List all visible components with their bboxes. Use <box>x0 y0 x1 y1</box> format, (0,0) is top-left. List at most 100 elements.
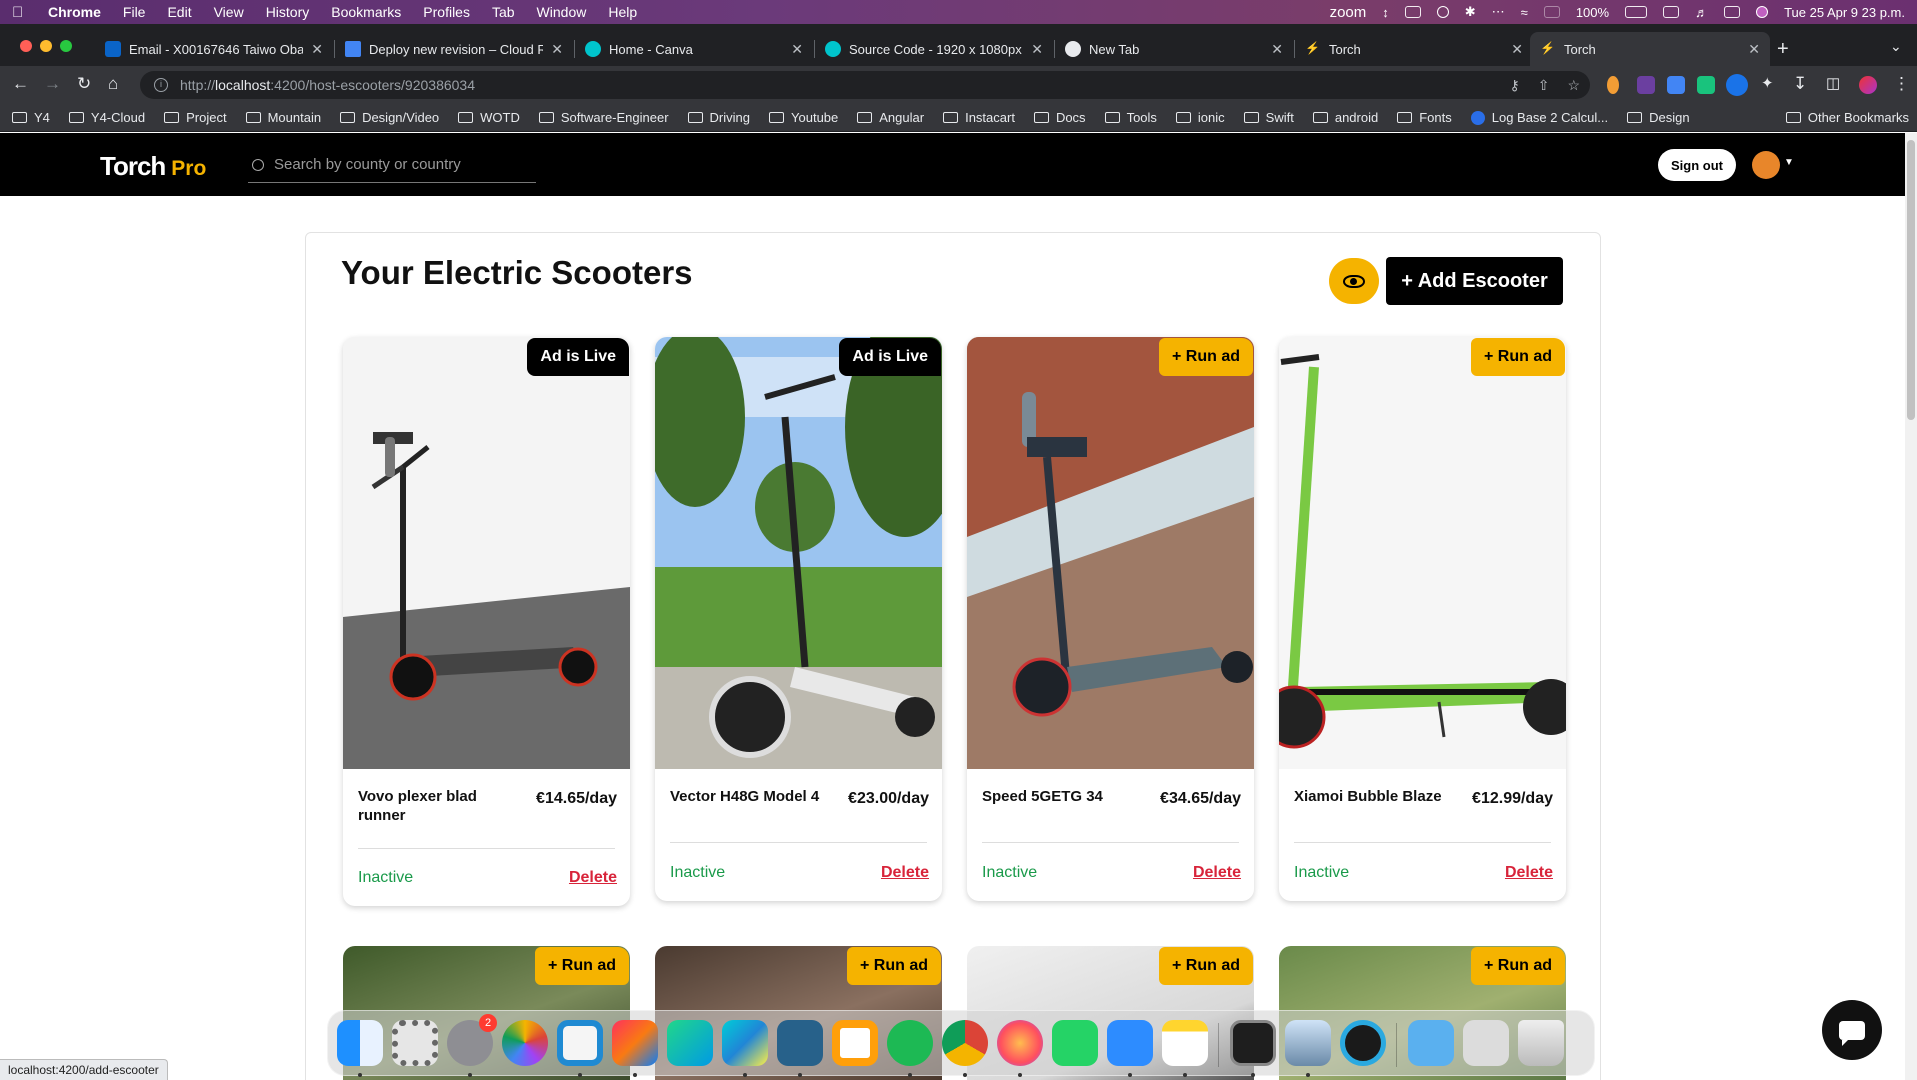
zoom-status-label[interactable]: zoom <box>1330 4 1367 21</box>
close-tab-icon[interactable]: ✕ <box>1031 41 1043 58</box>
run-ad-button[interactable]: + Run ad <box>846 947 941 985</box>
tab-search-chevron-icon[interactable]: ⌄ <box>1890 38 1902 55</box>
extension-grid-icon[interactable] <box>1667 76 1685 94</box>
extension-s-icon[interactable] <box>1637 76 1655 94</box>
scooter-status[interactable]: Inactive <box>670 864 725 882</box>
delete-link[interactable]: Delete <box>569 869 617 887</box>
add-escooter-button[interactable]: + Add Escooter <box>1386 257 1563 305</box>
close-tab-icon[interactable]: ✕ <box>311 41 323 58</box>
address-bar[interactable]: i http://localhost:4200/host-escooters/9… <box>140 71 1590 99</box>
terminal-icon[interactable] <box>1230 1020 1276 1066</box>
wifi-icon[interactable]: ≈ <box>1521 5 1528 20</box>
downloads-icon[interactable]: ↧ <box>1793 74 1807 94</box>
sign-out-button[interactable]: Sign out <box>1658 149 1736 181</box>
delete-link[interactable]: Delete <box>1505 864 1553 882</box>
other-bookmarks[interactable]: Other Bookmarks <box>1785 110 1909 125</box>
extensions-puzzle-icon[interactable]: ✦ <box>1761 74 1774 92</box>
tab-new-tab[interactable]: New Tab ✕ <box>1055 32 1293 66</box>
close-tab-icon[interactable]: ✕ <box>791 41 803 58</box>
screenshot-icon[interactable] <box>1463 1020 1509 1066</box>
home-icon[interactable] <box>832 1020 878 1066</box>
intellij-icon[interactable] <box>612 1020 658 1066</box>
siri-icon[interactable] <box>1756 6 1769 18</box>
bookmark-link[interactable]: Log Base 2 Calcul... <box>1470 110 1608 125</box>
display-icon[interactable] <box>1543 6 1560 18</box>
search-input[interactable] <box>274 156 514 173</box>
tab-torch[interactable]: ⚡ Torch ✕ <box>1295 32 1533 66</box>
chevron-down-icon[interactable]: ▼ <box>1784 157 1794 168</box>
spotify-icon[interactable] <box>887 1020 933 1066</box>
bookmark-folder[interactable]: Mountain <box>245 110 321 125</box>
tab-torch-active[interactable]: ⚡ Torch ✕ <box>1530 32 1770 66</box>
preview-icon[interactable] <box>1285 1020 1331 1066</box>
bookmark-folder[interactable]: Software-Engineer <box>538 110 669 125</box>
extension-f-icon[interactable] <box>1697 76 1715 94</box>
chat-button[interactable] <box>1822 1000 1882 1060</box>
scooter-card[interactable]: Ad is Live Vovo plexer blad runner €14.6… <box>343 337 630 906</box>
avatar[interactable] <box>1752 151 1780 179</box>
close-tab-icon[interactable]: ✕ <box>1271 41 1283 58</box>
site-info-icon[interactable]: i <box>154 78 168 92</box>
side-panel-icon[interactable]: ◫ <box>1826 74 1840 92</box>
scooter-status[interactable]: Inactive <box>1294 864 1349 882</box>
menubar-clock[interactable]: Tue 25 Apr 9 23 p.m. <box>1784 5 1905 20</box>
delete-link[interactable]: Delete <box>881 864 929 882</box>
bookmark-folder[interactable]: Instacart <box>943 110 1015 125</box>
control-center-icon[interactable] <box>1724 6 1741 18</box>
menu-help[interactable]: Help <box>608 4 637 20</box>
trash-icon[interactable] <box>1518 1020 1564 1066</box>
bookmark-folder[interactable]: ionic <box>1175 110 1225 125</box>
run-ad-button[interactable]: + Run ad <box>1158 947 1253 985</box>
ad-live-badge[interactable]: Ad is Live <box>527 338 629 376</box>
mysql-workbench-icon[interactable] <box>777 1020 823 1066</box>
share-icon[interactable]: ⇧ <box>1538 77 1550 94</box>
dots-icon[interactable]: ⋯ <box>1492 4 1505 20</box>
scooter-card[interactable]: + Run ad Speed 5GETG 34 €34.65/day Inact… <box>967 337 1254 901</box>
bookmark-folder[interactable]: Design/Video <box>340 110 439 125</box>
scooter-status[interactable]: Inactive <box>358 869 413 887</box>
bluetooth-icon[interactable]: ✱ <box>1465 4 1476 20</box>
battery-icon[interactable] <box>1625 6 1648 18</box>
menu-app-name[interactable]: Chrome <box>48 4 101 20</box>
profile-icon[interactable] <box>1859 76 1877 94</box>
chrome-menu-icon[interactable]: ⋮ <box>1893 74 1910 94</box>
close-tab-icon[interactable]: ✕ <box>1748 41 1760 58</box>
bookmark-folder[interactable]: Angular <box>857 110 924 125</box>
clion-icon[interactable] <box>667 1020 713 1066</box>
scooter-status[interactable]: Inactive <box>982 864 1037 882</box>
bookmark-folder[interactable]: Driving <box>687 110 750 125</box>
new-tab-icon[interactable]: + <box>1777 38 1789 61</box>
apple-menu-icon[interactable]:  <box>12 4 30 21</box>
torch-logo[interactable]: Torch Pro <box>100 151 206 182</box>
arrows-icon[interactable]: ↕ <box>1382 5 1389 20</box>
menu-bookmarks[interactable]: Bookmarks <box>331 4 401 20</box>
bookmark-folder[interactable]: Project <box>164 110 227 125</box>
screen-mirror-icon[interactable] <box>1404 6 1421 18</box>
tab-email[interactable]: Email - X00167646 Taiwo Obar ✕ <box>95 32 333 66</box>
close-tab-icon[interactable]: ✕ <box>1511 41 1523 58</box>
reload-icon[interactable]: ↻ <box>77 74 91 94</box>
menu-tab[interactable]: Tab <box>492 4 515 20</box>
maximize-window-icon[interactable] <box>60 40 72 52</box>
menu-edit[interactable]: Edit <box>167 4 191 20</box>
bookmark-folder[interactable]: android <box>1312 110 1378 125</box>
run-ad-button[interactable]: + Run ad <box>534 947 629 985</box>
notes-icon[interactable] <box>1162 1020 1208 1066</box>
photos-icon[interactable] <box>502 1020 548 1066</box>
bookmark-folder[interactable]: Swift <box>1243 110 1294 125</box>
webstorm-icon[interactable] <box>722 1020 768 1066</box>
volume-icon[interactable]: ♬ <box>1695 5 1708 20</box>
close-window-icon[interactable] <box>20 40 32 52</box>
whatsapp-icon[interactable] <box>1052 1020 1098 1066</box>
extension-honey-icon[interactable] <box>1607 76 1619 94</box>
bookmark-star-icon[interactable]: ☆ <box>1567 77 1580 94</box>
close-tab-icon[interactable]: ✕ <box>551 41 563 58</box>
scooter-card[interactable]: Ad is Live Vector H48G Model 4 €23.00/da… <box>655 337 942 901</box>
menu-view[interactable]: View <box>214 4 244 20</box>
tab-canva-home[interactable]: Home - Canva ✕ <box>575 32 813 66</box>
bookmark-folder[interactable]: Y4 <box>12 110 50 125</box>
bookmark-folder[interactable]: Y4-Cloud <box>68 110 145 125</box>
bookmark-folder[interactable]: Docs <box>1033 110 1086 125</box>
firefox-icon[interactable] <box>997 1020 1043 1066</box>
menu-profiles[interactable]: Profiles <box>423 4 470 20</box>
